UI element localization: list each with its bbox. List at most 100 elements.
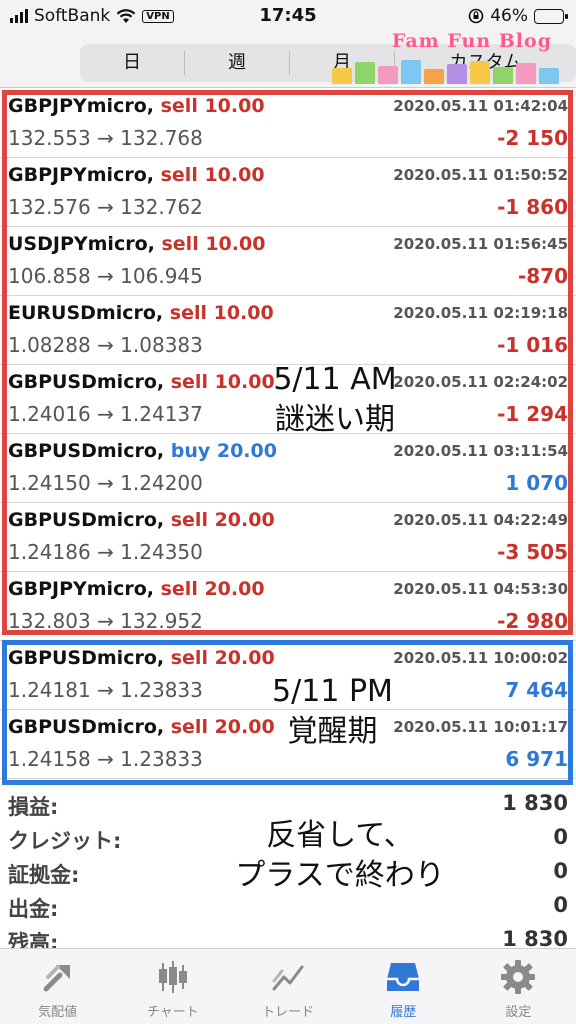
tab-week[interactable]: 週 [185,51,290,75]
nav-quotes[interactable]: 気配値 [0,949,115,1024]
logo-houses-graphic [332,54,564,84]
trade-symbol: GBPUSDmicro, [8,371,165,393]
trade-prices: 1.24016 → 1.24137 [8,402,203,426]
trade-profit: -1 294 [497,402,568,426]
trade-profit: -1 860 [497,195,568,219]
summary-value: 0 [553,825,568,849]
status-bar: SoftBank VPN 17:45 46% [0,0,576,32]
trade-side: buy 20.00 [170,440,277,462]
trade-side: sell 10.00 [160,164,265,186]
trade-date: 2020.05.11 02:19:18 [393,304,568,322]
trade-date: 2020.05.11 03:11:54 [393,442,568,460]
trade-symbol-side: GBPUSDmicro, buy 20.00 [8,440,277,462]
trade-prices: 106.858 → 106.945 [8,264,203,288]
nav-label: 気配値 [38,1005,78,1020]
nav-label: 履歴 [390,1005,417,1020]
trade-symbol: GBPUSDmicro, [8,509,165,531]
trade-symbol-side: USDJPYmicro, sell 10.00 [8,233,265,255]
trade-symbol: EURUSDmicro, [8,302,164,324]
trade-side: sell 20.00 [170,509,275,531]
quotes-icon [43,965,70,992]
trade-symbol-side: GBPUSDmicro, sell 20.00 [8,647,275,669]
trade-row[interactable]: EURUSDmicro, sell 10.00 2020.05.11 02:19:… [0,296,576,365]
trade-profit: 6 971 [505,747,568,771]
status-right: 46% [468,6,568,26]
trade-symbol-side: GBPJPYmicro, sell 20.00 [8,578,265,600]
trade-symbol: GBPUSDmicro, [8,716,165,738]
summary-label: 出金: [8,897,59,921]
trade-date: 2020.05.11 01:50:52 [393,166,568,184]
trade-prices: 1.24186 → 1.24350 [8,540,203,564]
trade-symbol: GBPUSDmicro, [8,647,165,669]
trade-prices: 132.576 → 132.762 [8,195,203,219]
trade-row[interactable]: USDJPYmicro, sell 10.00 2020.05.11 01:56:… [0,227,576,296]
trade-row[interactable]: GBPJPYmicro, sell 20.00 2020.05.11 04:53:… [0,572,576,641]
trade-date: 2020.05.11 04:22:49 [393,511,568,529]
trade-symbol-side: GBPUSDmicro, sell 10.00 [8,371,275,393]
trade-symbol: USDJPYmicro, [8,233,155,255]
history-icon [387,963,420,991]
rotation-lock-icon [468,8,484,24]
trade-row[interactable]: GBPUSDmicro, buy 20.00 2020.05.11 03:11:5… [0,434,576,503]
battery-percent: 46% [490,6,528,26]
nav-chart[interactable]: チャート [115,949,230,1024]
nav-label: 設定 [505,1005,532,1020]
trade-row[interactable]: GBPUSDmicro, sell 20.00 2020.05.11 04:22:… [0,503,576,572]
bottom-tab-bar: 気配値 チャート トレード 履歴 設定 [0,948,576,1024]
am-annotation-line2: 謎迷い期 [275,402,395,437]
trade-prices: 1.24181 → 1.23833 [8,678,203,702]
summary-annotation-line2: プラスで終わり [235,858,445,893]
summary-annotation-line1: 反省して、 [266,818,414,853]
pm-annotation: 5/11 PM 覚醒期 [245,672,420,752]
am-annotation-line1: 5/11 AM [273,362,397,397]
summary-label: 証拠金: [8,863,80,887]
trade-prices: 1.08288 → 1.08383 [8,333,203,357]
trade-profit: -1 016 [497,333,568,357]
trade-row[interactable]: GBPJPYmicro, sell 10.00 2020.05.11 01:42:… [0,89,576,158]
trade-prices: 132.803 → 132.952 [8,609,203,633]
pm-annotation-line1: 5/11 PM [272,674,393,709]
trade-symbol-side: GBPJPYmicro, sell 10.00 [8,95,265,117]
nav-settings[interactable]: 設定 [461,949,576,1024]
nav-history[interactable]: 履歴 [346,949,461,1024]
trade-date: 2020.05.11 04:53:30 [393,580,568,598]
trade-symbol: GBPJPYmicro, [8,164,154,186]
blog-logo: Fam Fun Blog [330,30,570,86]
nav-label: チャート [146,1005,199,1020]
summary-label: 損益: [8,795,59,819]
am-annotation: 5/11 AM 謎迷い期 [250,360,420,440]
trade-date: 2020.05.11 01:56:45 [393,235,568,253]
trade-profit: -870 [517,264,568,288]
trade-profit: -2 150 [497,126,568,150]
trade-symbol: GBPJPYmicro, [8,95,154,117]
trade-symbol-side: EURUSDmicro, sell 10.00 [8,302,274,324]
trade-prices: 1.24150 → 1.24200 [8,471,203,495]
battery-icon [534,8,568,24]
trade-side: sell 10.00 [161,233,266,255]
nav-trade[interactable]: トレード [230,949,345,1024]
trade-prices: 1.24158 → 1.23833 [8,747,203,771]
trade-side: sell 10.00 [169,302,274,324]
trade-symbol-side: GBPJPYmicro, sell 10.00 [8,164,265,186]
trade-date: 2020.05.11 10:00:02 [393,649,568,667]
trade-side: sell 10.00 [160,95,265,117]
summary-value: 0 [553,893,568,917]
trade-profit: -2 980 [497,609,568,633]
trade-date: 2020.05.11 01:42:04 [393,97,568,115]
summary-label: クレジット: [8,829,122,853]
logo-text: Fam Fun Blog [391,30,552,52]
trade-prices: 132.553 → 132.768 [8,126,203,150]
trade-side: sell 20.00 [170,647,275,669]
trade-profit: -3 505 [497,540,568,564]
tab-day[interactable]: 日 [80,51,185,75]
trade-profit: 7 464 [505,678,568,702]
trade-profit: 1 070 [505,471,568,495]
trade-symbol-side: GBPUSDmicro, sell 20.00 [8,509,275,531]
trade-row[interactable]: GBPJPYmicro, sell 10.00 2020.05.11 01:50:… [0,158,576,227]
trade-side: sell 20.00 [160,578,265,600]
trade-symbol: GBPJPYmicro, [8,578,154,600]
summary-annotation: 反省して、 プラスで終わり [190,816,490,896]
trade-symbol-side: GBPUSDmicro, sell 20.00 [8,716,275,738]
chart-icon [158,961,187,993]
trade-symbol: GBPUSDmicro, [8,440,165,462]
